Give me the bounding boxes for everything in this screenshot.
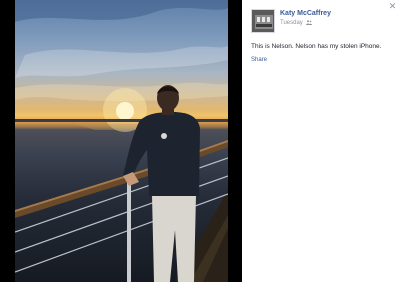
photo-viewer: ✕ Katy McCaffrey Tuesday This is Nelson.… bbox=[0, 0, 400, 282]
post-meta: Tuesday bbox=[280, 20, 313, 26]
post-details-panel: ✕ Katy McCaffrey Tuesday This is Nelson.… bbox=[242, 0, 400, 282]
post-caption: This is Nelson. Nelson has my stolen iPh… bbox=[251, 43, 382, 50]
share-link[interactable]: Share bbox=[251, 57, 267, 63]
people-icon[interactable] bbox=[306, 20, 313, 25]
post-timestamp[interactable]: Tuesday bbox=[280, 20, 303, 26]
sunset-photo-illustration bbox=[15, 0, 228, 282]
photo[interactable] bbox=[15, 0, 228, 282]
avatar[interactable] bbox=[251, 9, 275, 33]
author-row: Katy McCaffrey Tuesday bbox=[251, 9, 391, 33]
author-name[interactable]: Katy McCaffrey bbox=[280, 10, 331, 17]
